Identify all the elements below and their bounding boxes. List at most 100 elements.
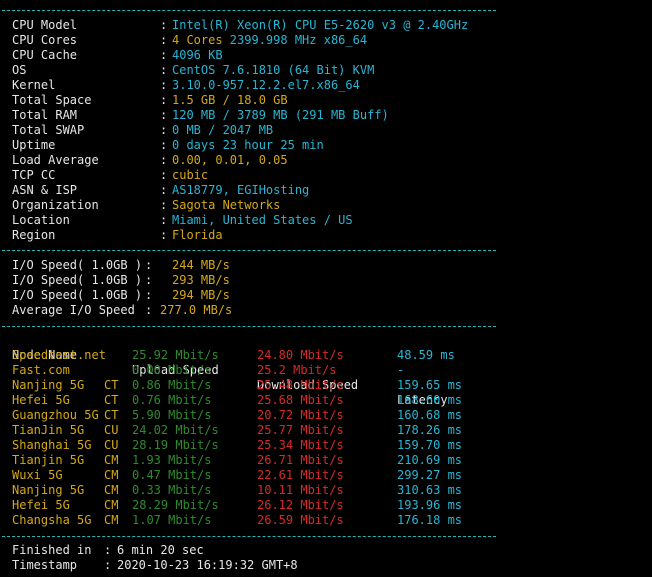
separator-top: [2, 10, 496, 11]
speed-node-name: Shanghai 5G: [12, 438, 92, 452]
speed-latency: 160.68 ms: [397, 408, 463, 422]
speed-node-isp: CM: [104, 513, 119, 527]
speed-latency: 310.63 ms: [397, 483, 463, 497]
speed-upload: 28.29 Mbit/s: [132, 498, 219, 512]
speed-row: Fast.com 0.00 Mbit/s 25.2 Mbit/s -: [12, 363, 632, 378]
sysinfo-label: CPU Cores: [12, 33, 78, 47]
sysinfo-label: CPU Cache: [12, 48, 78, 62]
footer-colon: :: [104, 543, 112, 557]
sysinfo-value: 0.00, 0.01, 0.05: [172, 153, 288, 167]
cpu-cores-freq: 2399.998 MHz x86_64: [222, 33, 368, 47]
speed-upload: 1.93 Mbit/s: [132, 453, 212, 467]
io-value: 244 MB/s: [172, 258, 230, 272]
separator-2: [2, 326, 496, 327]
sysinfo-label: Total SWAP: [12, 123, 85, 137]
speed-download: 25.48 Mbit/s: [257, 378, 344, 392]
sysinfo-colon: :: [160, 93, 168, 107]
footer-row: Finished in:6 min 20 sec: [12, 543, 412, 558]
speed-download: 20.72 Mbit/s: [257, 408, 344, 422]
footer-label: Timestamp: [12, 558, 78, 572]
sysinfo-colon: :: [160, 108, 168, 122]
speed-node-isp: CM: [104, 498, 119, 512]
speed-node-isp: CU: [104, 438, 119, 452]
speed-download: 22.61 Mbit/s: [257, 468, 344, 482]
speed-row: Hefei 5G CM 28.29 Mbit/s 26.12 Mbit/s 193.96…: [12, 498, 632, 513]
sysinfo-colon: :: [160, 153, 168, 167]
speed-download: 25.77 Mbit/s: [257, 423, 344, 437]
speed-node-isp: CT: [104, 378, 119, 392]
sysinfo-label: Kernel: [12, 78, 56, 92]
sysinfo-value: 120 MB / 3789 MB (291 MB Buff): [172, 108, 389, 122]
speed-row: TianJin 5G CU 24.02 Mbit/s 25.77 Mbit/s 178.…: [12, 423, 632, 438]
cpu-cores-count: 4 Cores: [172, 33, 223, 47]
speed-upload: 0.86 Mbit/s: [132, 378, 212, 392]
speed-row: Hefei 5G CT 0.76 Mbit/s 25.68 Mbit/s 168.60 …: [12, 393, 632, 408]
io-row: I/O Speed( 1.0GB ): 293 MB/s: [12, 273, 412, 288]
speed-node-name: Nanjing 5G: [12, 483, 85, 497]
speed-download: 25.2 Mbit/s: [257, 363, 337, 377]
io-value: 277.0 MB/s: [160, 303, 233, 317]
sysinfo-value: AS18779, EGIHosting: [172, 183, 310, 197]
sysinfo-value: 0 days 23 hour 25 min: [172, 138, 324, 152]
sysinfo-row: Kernel:3.10.0-957.12.2.el7.x86_64: [12, 78, 612, 93]
speed-row: Nanjing 5G CT 0.86 Mbit/s 25.48 Mbit/s 159.6…: [12, 378, 632, 393]
sysinfo-colon: :: [160, 213, 168, 227]
io-label: I/O Speed( 1.0GB ): [12, 258, 143, 272]
io-value: 293 MB/s: [172, 273, 230, 287]
speed-download: 26.71 Mbit/s: [257, 453, 344, 467]
speed-upload: 28.19 Mbit/s: [132, 438, 219, 452]
speed-download: 26.59 Mbit/s: [257, 513, 344, 527]
speed-node-name: Changsha 5G: [12, 513, 92, 527]
sysinfo-row: CPU Model: Intel(R) Xeon(R) CPU E5-2620 v…: [12, 18, 612, 33]
speed-latency: 299.27 ms: [397, 468, 463, 482]
speed-upload: 0.76 Mbit/s: [132, 393, 212, 407]
sysinfo-row: Total RAM:120 MB / 3789 MB (291 MB Buff): [12, 108, 612, 123]
speed-download: 25.68 Mbit/s: [257, 393, 344, 407]
sysinfo-label: Uptime: [12, 138, 56, 152]
sysinfo-value: 1.5 GB / 18.0 GB: [172, 93, 288, 107]
speed-upload: 25.92 Mbit/s: [132, 348, 219, 362]
speed-download: 25.34 Mbit/s: [257, 438, 344, 452]
speed-node-name: Hefei 5G: [12, 393, 70, 407]
speed-latency: 178.26 ms: [397, 423, 463, 437]
sysinfo-colon: :: [160, 183, 168, 197]
io-row: Average I/O Speed:277.0 MB/s: [12, 303, 412, 318]
speed-latency: 193.96 ms: [397, 498, 463, 512]
sysinfo-colon: :: [160, 123, 168, 137]
speed-node-name: Nanjing 5G: [12, 378, 85, 392]
separator-3: [2, 536, 496, 537]
speed-upload: 1.07 Mbit/s: [132, 513, 212, 527]
sysinfo-colon: :: [160, 63, 168, 77]
sysinfo-value: Intel(R) Xeon(R) CPU E5-2620 v3 @ 2.40GH…: [172, 18, 469, 32]
sysinfo-colon: :: [160, 48, 168, 62]
sysinfo-label: Load Average: [12, 153, 99, 167]
speed-table-header: Node Name Upload Speed Download Speed La…: [12, 333, 632, 407]
speed-latency: 159.70 ms: [397, 438, 463, 452]
sysinfo-label: OS: [12, 63, 27, 77]
io-label: I/O Speed( 1.0GB ): [12, 288, 143, 302]
sysinfo-colon: :: [160, 138, 168, 152]
speed-upload: 0.47 Mbit/s: [132, 468, 212, 482]
sysinfo-colon: :: [160, 198, 168, 212]
sysinfo-colon: :: [160, 228, 168, 242]
sysinfo-label: CPU Model: [12, 18, 78, 32]
io-value: 294 MB/s: [172, 288, 230, 302]
sysinfo-label: TCP CC: [12, 168, 56, 182]
speed-row: Tianjin 5G CM 1.93 Mbit/s 26.71 Mbit/s 210.6…: [12, 453, 632, 468]
sysinfo-value: 4096 KB: [172, 48, 223, 62]
speed-node-isp: CM: [104, 453, 119, 467]
sysinfo-colon: :: [160, 168, 168, 182]
speed-node-name: Tianjin 5G: [12, 453, 85, 467]
speed-node-name: Speedtest.net: [12, 348, 106, 362]
io-colon: :: [145, 258, 153, 272]
speed-download: 26.12 Mbit/s: [257, 498, 344, 512]
speed-row: Guangzhou 5G CT 5.90 Mbit/s 20.72 Mbit/s 160…: [12, 408, 632, 423]
speed-download: 24.80 Mbit/s: [257, 348, 344, 362]
io-colon: :: [145, 303, 153, 317]
io-colon: :: [145, 273, 153, 287]
sysinfo-label: ASN & ISP: [12, 183, 78, 197]
sysinfo-row: CPU Cores:4 Cores 2399.998 MHz x86_64: [12, 33, 612, 48]
footer-colon: :: [104, 558, 112, 572]
sysinfo-row: Region: Florida: [12, 228, 612, 243]
sysinfo-colon: :: [160, 33, 168, 47]
